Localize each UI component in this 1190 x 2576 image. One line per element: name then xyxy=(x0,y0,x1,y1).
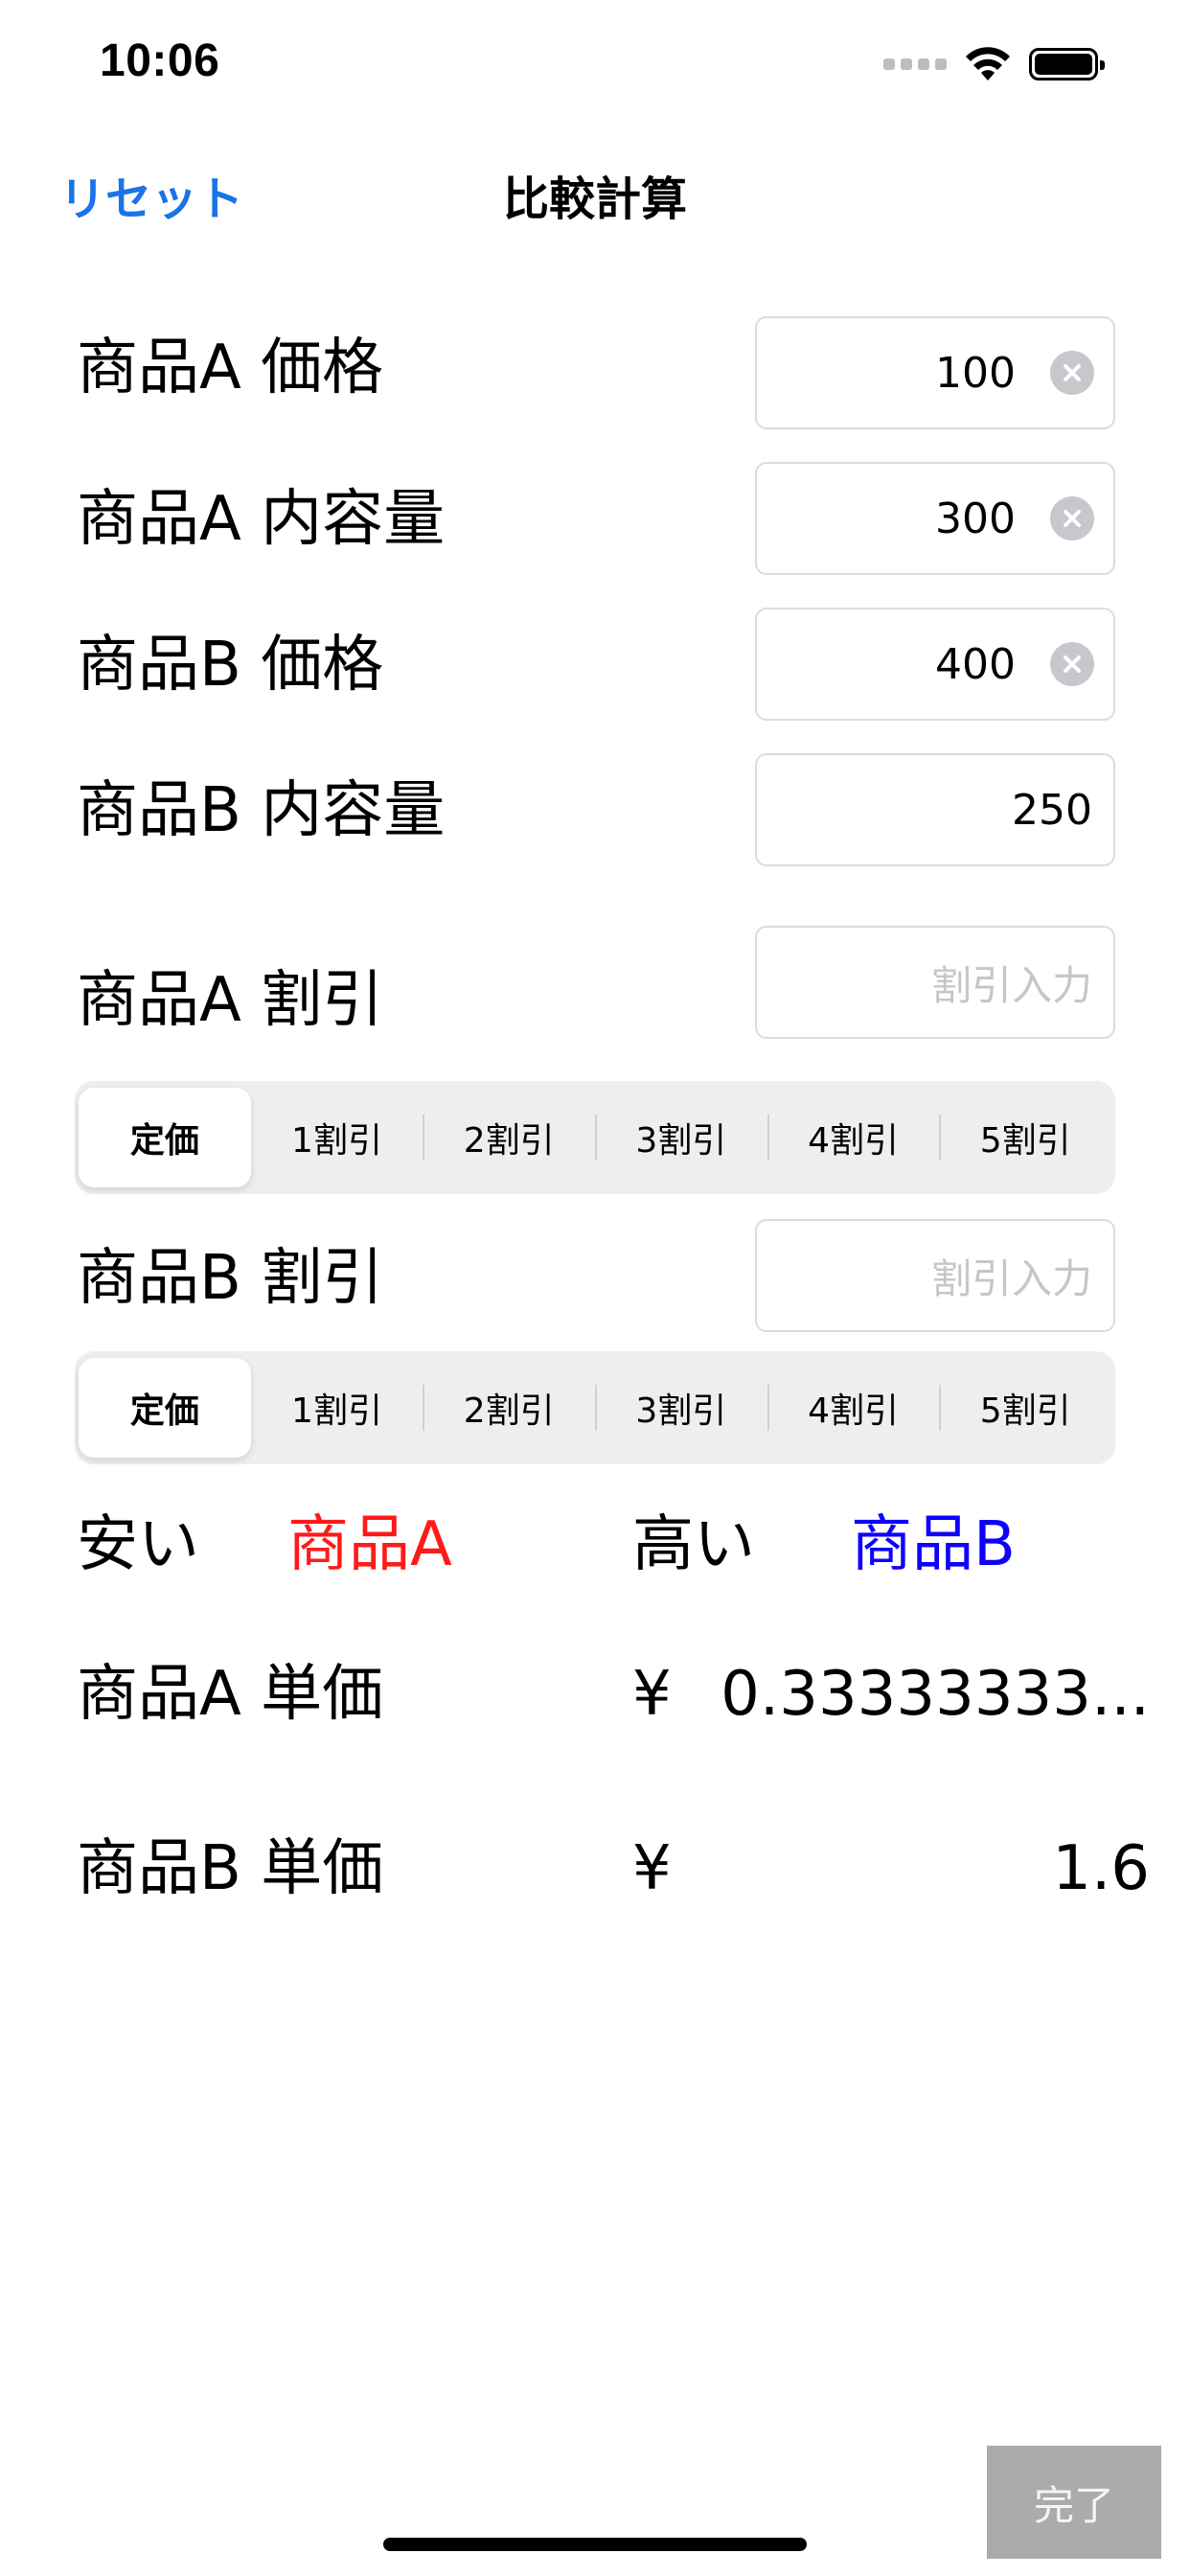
discount-placeholder: 割引入力 xyxy=(930,961,1092,1009)
segment-option[interactable]: 5割引 xyxy=(939,1088,1111,1187)
product-b-price-label: 商品B 価格 xyxy=(77,630,384,701)
segment-option[interactable]: 2割引 xyxy=(423,1358,595,1458)
expensive-label: 高い xyxy=(632,1509,755,1580)
reset-button[interactable]: リセット xyxy=(59,161,243,228)
product-b-unit-price-value: 1.6 xyxy=(1052,1833,1150,1904)
product-b-price-value: 400 xyxy=(935,639,1016,689)
segment-option[interactable]: 4割引 xyxy=(767,1358,940,1458)
status-time: 10:06 xyxy=(100,35,220,86)
product-a-price-value: 100 xyxy=(935,348,1016,398)
screen: 10:06 比較計算 リセット 商品A 価格 100 商品A 内容量 300 商… xyxy=(0,0,1190,2576)
currency-symbol: ¥ xyxy=(632,1833,672,1904)
product-a-volume-value: 300 xyxy=(935,494,1016,543)
product-b-price-field[interactable]: 400 xyxy=(755,608,1115,721)
product-a-unit-price-value: 0.33333333... xyxy=(721,1659,1150,1730)
battery-icon xyxy=(1029,48,1105,80)
cheap-item: 商品A xyxy=(287,1509,452,1580)
home-indicator[interactable] xyxy=(383,2538,807,2551)
product-b-discount-label: 商品B 割引 xyxy=(77,1243,384,1314)
clear-icon[interactable] xyxy=(1050,642,1094,686)
segment-option[interactable]: 3割引 xyxy=(595,1358,767,1458)
product-a-discount-segmented: 定価 1割引 2割引 3割引 4割引 5割引 xyxy=(75,1081,1115,1194)
product-a-discount-label: 商品A 割引 xyxy=(77,965,384,1036)
cellular-signal-icon xyxy=(883,58,947,70)
product-b-discount-segmented: 定価 1割引 2割引 3割引 4割引 5割引 xyxy=(75,1351,1115,1464)
product-b-volume-field[interactable]: 250 xyxy=(755,753,1115,866)
segment-option[interactable]: 定価 xyxy=(79,1088,251,1187)
segment-option[interactable]: 2割引 xyxy=(423,1088,595,1187)
product-a-volume-label: 商品A 内容量 xyxy=(77,484,446,555)
currency-symbol: ¥ xyxy=(632,1659,672,1730)
cheap-label: 安い xyxy=(77,1509,199,1580)
clear-icon[interactable] xyxy=(1050,351,1094,395)
done-button[interactable]: 完了 xyxy=(987,2446,1161,2559)
wifi-icon xyxy=(966,47,1010,80)
segment-option[interactable]: 5割引 xyxy=(939,1358,1111,1458)
segment-option[interactable]: 4割引 xyxy=(767,1088,940,1187)
discount-placeholder: 割引入力 xyxy=(930,1254,1092,1302)
product-b-volume-label: 商品B 内容量 xyxy=(77,775,446,846)
expensive-item: 商品B xyxy=(851,1509,1016,1580)
product-a-unit-price-label: 商品A 単価 xyxy=(77,1659,384,1730)
product-a-price-label: 商品A 価格 xyxy=(77,333,384,403)
clear-icon[interactable] xyxy=(1050,496,1094,540)
segment-option[interactable]: 3割引 xyxy=(595,1088,767,1187)
product-a-volume-field[interactable]: 300 xyxy=(755,462,1115,575)
product-a-discount-field[interactable]: 割引入力 xyxy=(755,926,1115,1039)
segment-option[interactable]: 定価 xyxy=(79,1358,251,1458)
segment-option[interactable]: 1割引 xyxy=(251,1358,423,1458)
product-b-unit-price-label: 商品B 単価 xyxy=(77,1833,384,1904)
product-b-volume-value: 250 xyxy=(1012,785,1092,835)
segment-option[interactable]: 1割引 xyxy=(251,1088,423,1187)
product-b-discount-field[interactable]: 割引入力 xyxy=(755,1219,1115,1332)
product-a-price-field[interactable]: 100 xyxy=(755,316,1115,429)
status-icons xyxy=(883,46,1105,82)
